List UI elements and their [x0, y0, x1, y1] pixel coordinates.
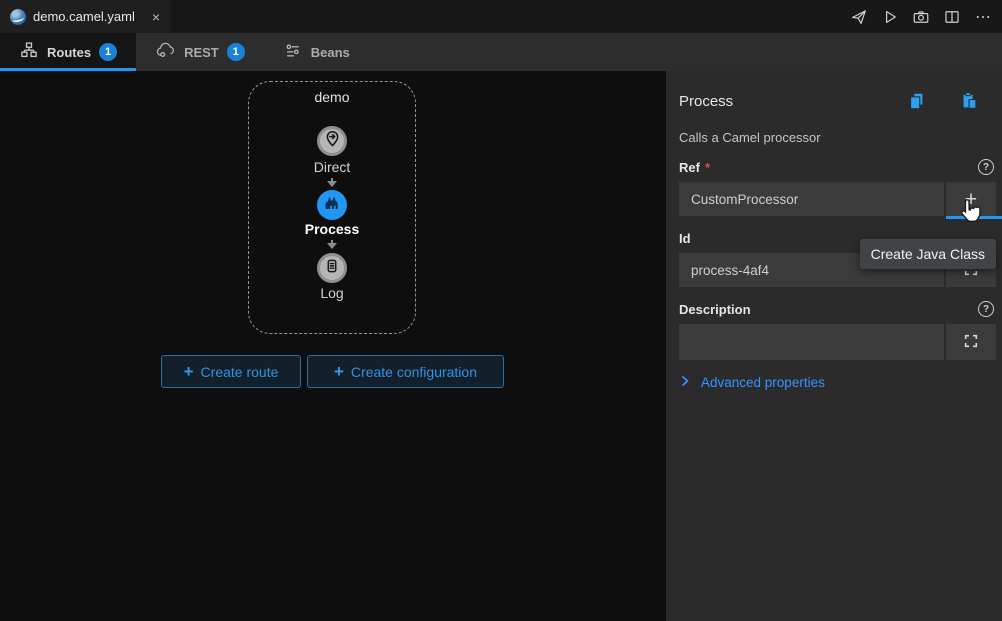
focus-underline — [946, 216, 1002, 219]
tab-beans[interactable]: Beans — [264, 33, 369, 71]
panel-subtitle: Calls a Camel processor — [679, 130, 996, 145]
description-label: Description — [679, 302, 751, 317]
create-route-label: Create route — [201, 364, 279, 380]
plus-icon: + — [184, 363, 194, 380]
camel-logo-icon — [10, 9, 26, 25]
description-label-row: Description ? — [679, 300, 996, 318]
route-canvas[interactable]: demo Direct Process — [0, 71, 666, 621]
document-icon — [323, 257, 341, 280]
properties-panel: Process Calls a Camel processor Ref * ? — [666, 71, 1002, 621]
send-icon[interactable] — [850, 8, 868, 26]
create-java-class-button[interactable]: + — [946, 182, 996, 216]
create-route-button[interactable]: + Create route — [161, 355, 301, 388]
copy-icon[interactable] — [906, 90, 928, 112]
editor-tab-demo-camel-yaml[interactable]: demo.camel.yaml × — [0, 0, 170, 33]
plus-icon: + — [965, 189, 977, 210]
split-editor-icon[interactable] — [943, 8, 961, 26]
view-tabstrip: Routes 1 REST 1 Beans — [0, 33, 1002, 71]
description-input-row — [679, 324, 996, 360]
editor-actions — [850, 0, 992, 33]
tab-routes[interactable]: Routes 1 — [0, 33, 136, 71]
edge-direct-process — [331, 178, 333, 186]
tab-rest-label: REST — [184, 45, 219, 60]
route-group-demo[interactable]: demo Direct Process — [248, 81, 416, 334]
node-process-label: Process — [249, 221, 415, 237]
help-icon[interactable]: ? — [978, 301, 994, 317]
ref-label-row: Ref * ? — [679, 158, 996, 176]
id-label: Id — [679, 231, 691, 246]
sliders-icon — [283, 41, 303, 64]
run-icon[interactable] — [881, 8, 899, 26]
tab-beans-label: Beans — [311, 45, 350, 60]
route-group-label: demo — [249, 89, 415, 105]
camera-icon[interactable] — [912, 8, 930, 26]
create-configuration-label: Create configuration — [351, 364, 477, 380]
required-asterisk: * — [705, 160, 710, 175]
hierarchy-icon — [19, 41, 39, 64]
map-pin-icon — [323, 129, 342, 153]
tooltip: Create Java Class — [860, 239, 996, 269]
edge-process-log — [331, 240, 333, 248]
ellipsis-icon[interactable] — [974, 8, 992, 26]
ref-label: Ref — [679, 160, 700, 175]
ref-input-row: + — [679, 182, 996, 216]
close-icon[interactable]: × — [152, 10, 160, 24]
tab-rest-badge: 1 — [227, 43, 245, 61]
description-textarea[interactable] — [679, 324, 944, 360]
ref-input[interactable] — [679, 182, 944, 216]
node-log[interactable] — [317, 253, 347, 283]
node-process[interactable] — [317, 190, 347, 220]
tab-routes-badge: 1 — [99, 43, 117, 61]
expand-field-button[interactable] — [946, 324, 996, 360]
help-icon[interactable]: ? — [978, 159, 994, 175]
node-direct[interactable] — [317, 126, 347, 156]
panel-title: Process — [679, 93, 733, 110]
paste-icon[interactable] — [958, 90, 980, 112]
create-configuration-button[interactable]: + Create configuration — [307, 355, 504, 388]
panel-header: Process — [679, 90, 996, 112]
panel-actions — [906, 90, 980, 112]
node-direct-label: Direct — [249, 159, 415, 175]
cloud-gear-icon — [155, 40, 176, 64]
app-window: demo.camel.yaml × Ro — [0, 0, 1002, 621]
chevron-right-icon — [679, 375, 691, 390]
tab-routes-label: Routes — [47, 45, 91, 60]
file-tab-title: demo.camel.yaml — [33, 9, 135, 24]
node-log-label: Log — [249, 285, 415, 301]
advanced-properties-label: Advanced properties — [701, 375, 825, 390]
advanced-properties-toggle[interactable]: Advanced properties — [679, 375, 996, 390]
camel-icon — [322, 193, 342, 218]
editor-topbar: demo.camel.yaml × — [0, 0, 1002, 33]
fullscreen-icon — [963, 333, 979, 352]
field-description: Description ? — [679, 300, 996, 360]
tab-rest[interactable]: REST 1 — [136, 33, 264, 71]
plus-icon: + — [334, 363, 344, 380]
field-ref: Ref * ? + — [679, 158, 996, 216]
